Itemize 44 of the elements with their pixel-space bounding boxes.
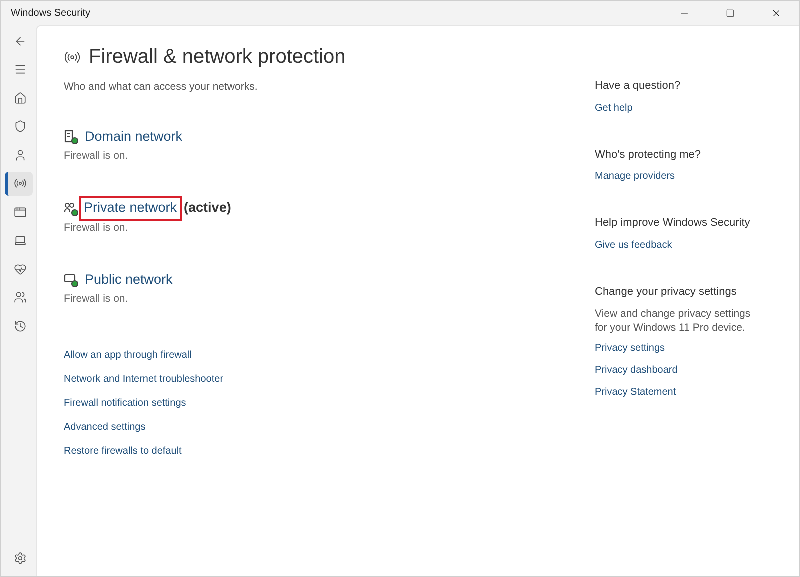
help-link[interactable]: Give us feedback <box>595 238 672 252</box>
laptop-icon <box>14 234 26 247</box>
menu-icon <box>14 63 26 76</box>
heart-pulse-icon <box>14 262 26 276</box>
help-link[interactable]: Manage providers <box>595 169 676 184</box>
network-status: Firewall is on. <box>64 292 130 308</box>
section-heading: Help improve Windows Security <box>595 216 750 231</box>
help-link[interactable]: Privacy dashboard <box>595 363 678 378</box>
shield-icon <box>14 120 26 133</box>
network-link[interactable]: Public network <box>83 270 175 290</box>
settings-link[interactable]: Firewall notification settings <box>64 396 186 411</box>
network-status: Firewall is on. <box>64 148 130 164</box>
network-link[interactable]: Domain network <box>83 126 185 147</box>
app-window-icon <box>14 206 26 218</box>
antenna-icon <box>14 177 26 190</box>
settings-link[interactable]: Restore firewalls to default <box>64 444 182 459</box>
close-icon <box>770 8 782 18</box>
person-icon <box>14 148 26 162</box>
maximize-icon <box>726 8 734 18</box>
page-subtitle: Who and what can access your networks. <box>64 80 259 95</box>
settings-link[interactable]: Network and Internet troubleshooter <box>64 372 224 387</box>
help-link[interactable]: Privacy Statement <box>595 385 676 400</box>
section-heading: Who's protecting me? <box>595 148 702 162</box>
help-link[interactable]: Privacy settings <box>595 341 666 356</box>
settings-icon <box>14 552 26 564</box>
settings-link[interactable]: Allow an app through firewall <box>64 348 192 363</box>
people-icon <box>64 202 78 216</box>
page-title: Firewall & network protection <box>89 45 346 70</box>
people-icon <box>14 291 26 304</box>
help-link[interactable]: Get help <box>595 100 633 116</box>
home-icon <box>14 92 26 104</box>
network-status: Firewall is on. <box>64 220 130 236</box>
network-link[interactable]: Private network <box>81 198 180 219</box>
history-icon <box>14 320 26 332</box>
active-label: (active) <box>184 199 232 218</box>
settings-link[interactable]: Advanced settings <box>64 420 146 435</box>
section-heading: Change your privacy settings <box>595 284 737 300</box>
building-icon <box>64 130 78 144</box>
section-description: View and change privacy settings for your Windows 11 Pro device. <box>595 307 752 335</box>
monitor-icon <box>64 273 78 288</box>
sidebar-item[interactable] <box>4 172 32 196</box>
section-heading: Have a question? <box>595 79 681 94</box>
back-icon <box>14 34 26 48</box>
window-title: Windows Security <box>10 6 90 20</box>
